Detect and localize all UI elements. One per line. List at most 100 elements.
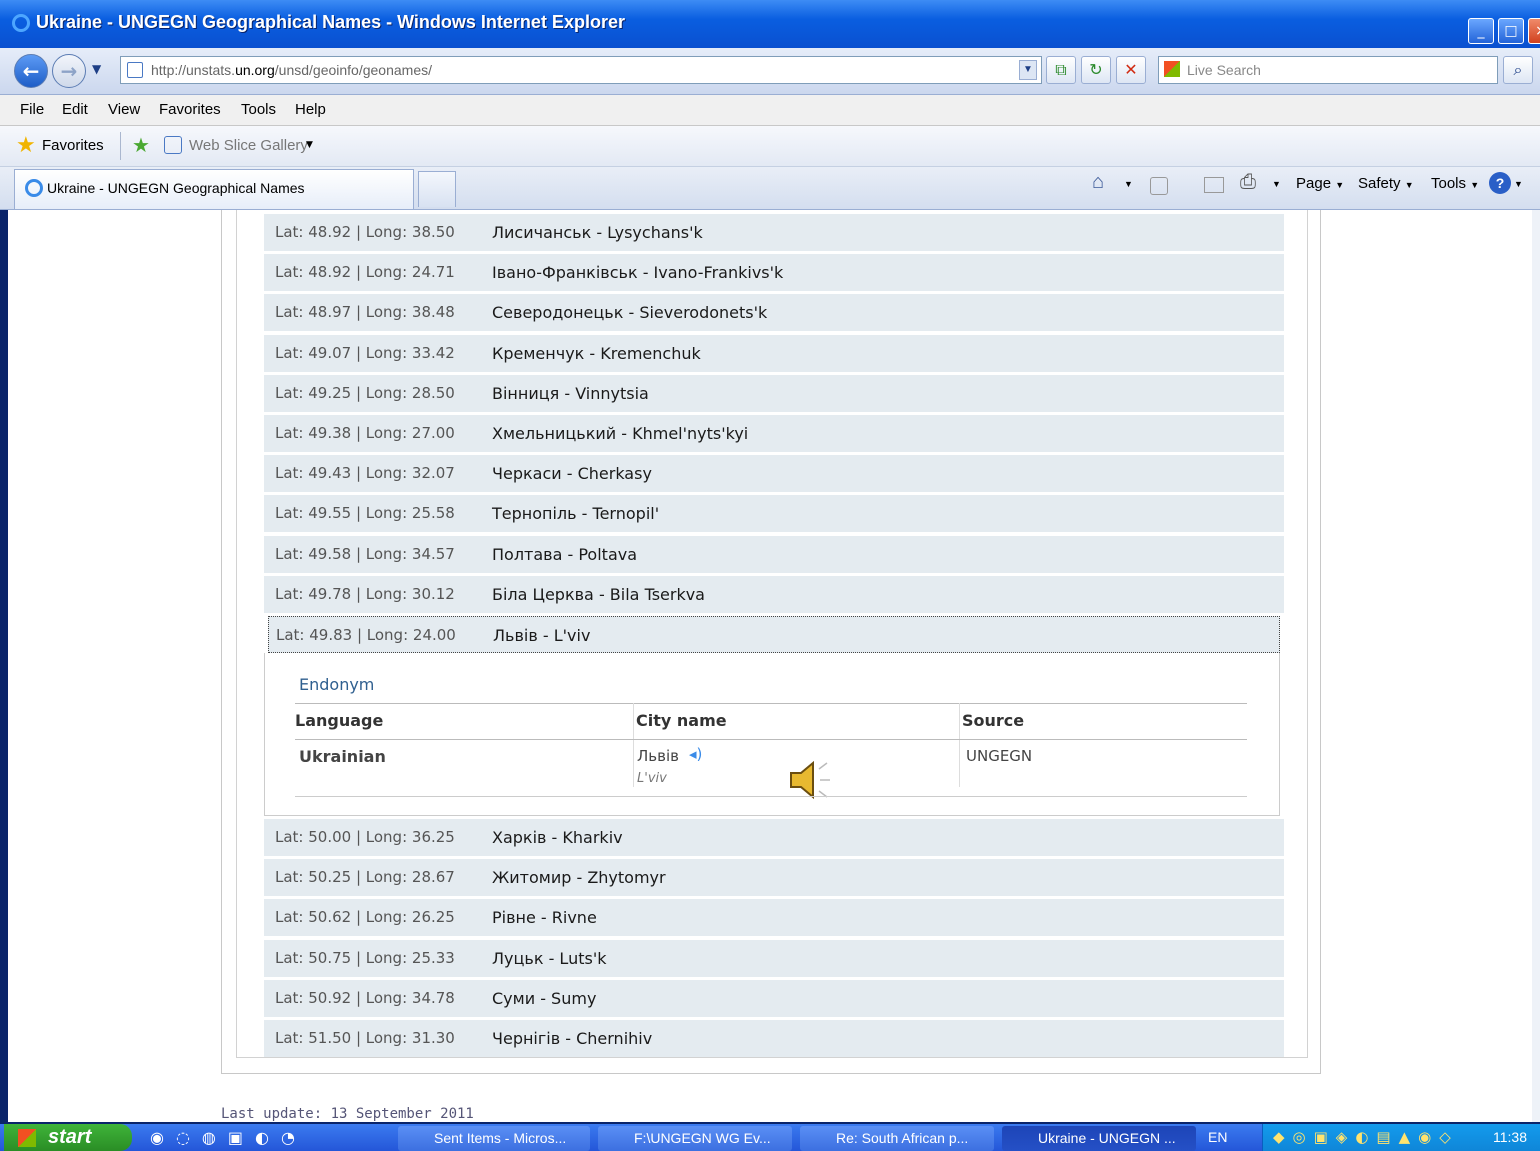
menu-edit[interactable]: Edit (62, 101, 88, 118)
source-value: UNGEGN (966, 747, 1033, 765)
maximize-button[interactable]: □ (1498, 18, 1524, 44)
address-bar[interactable]: http://unstats.un.org/unsd/geoinfo/geona… (120, 56, 1042, 84)
city-coordinates: Lat: 49.83 | Long: 24.00 (276, 626, 456, 644)
city-row[interactable]: Lat: 49.43 | Long: 32.07 Черкаси - Cherka… (264, 455, 1284, 493)
safety-menu-label: Safety (1358, 175, 1401, 192)
task-label: F:\UNGEGN WG Ev... (634, 1130, 771, 1146)
city-row-selected[interactable]: Lat: 49.83 | Long: 24.00 Львів - L'viv (268, 616, 1280, 653)
home-dropdown-icon[interactable]: ▼ (1124, 179, 1133, 189)
city-row[interactable]: Lat: 49.78 | Long: 30.12 Біла Церква - Bi… (264, 575, 1284, 613)
tools-menu-label: Tools (1431, 175, 1467, 192)
language-value: Ukrainian (299, 747, 386, 766)
task-ie-ukraine[interactable]: Ukraine - UNGEGN ... (1002, 1126, 1196, 1151)
favorites-star-icon[interactable]: ★ (16, 133, 36, 158)
city-row[interactable]: Lat: 48.92 | Long: 38.50 Лисичанськ - Lys… (264, 214, 1284, 251)
forward-button[interactable]: → (52, 54, 86, 88)
minimize-button[interactable]: _ (1468, 18, 1494, 44)
compatibility-view-button[interactable]: ⧉ (1046, 56, 1076, 84)
search-input[interactable]: Live Search (1158, 56, 1498, 84)
task-sent-items[interactable]: Sent Items - Micros... (398, 1126, 590, 1151)
city-name: Львів - L'viv (493, 626, 591, 645)
quick-launch-icons[interactable]: ◉◌◍▣◐◔ (150, 1128, 307, 1147)
header-city-name: City name (636, 711, 727, 730)
menu-bar: File Edit View Favorites Tools Help (0, 95, 1540, 126)
start-button[interactable]: start (4, 1124, 132, 1151)
city-row[interactable]: Lat: 48.92 | Long: 24.71 Івано-Франківськ… (264, 254, 1284, 292)
close-button[interactable]: × (1528, 18, 1540, 44)
chevron-down-icon: ▼ (1470, 180, 1480, 190)
task-email[interactable]: Re: South African p... (800, 1126, 994, 1151)
taskbar: start ◉◌◍▣◐◔ Sent Items - Micros... F:\U… (0, 1124, 1540, 1151)
menu-view[interactable]: View (108, 101, 140, 118)
city-row[interactable]: Lat: 49.07 | Long: 33.42 Кременчук - Krem… (264, 334, 1284, 372)
windows-logo-icon (18, 1129, 36, 1147)
city-row[interactable]: Lat: 50.25 | Long: 28.67 Житомир - Zhytom… (264, 859, 1284, 897)
address-dropdown-icon[interactable]: ▼ (1019, 60, 1037, 80)
feeds-icon[interactable] (1150, 177, 1168, 195)
city-coordinates: Lat: 48.97 | Long: 38.48 (275, 303, 455, 322)
vertical-scrollbar[interactable] (1532, 210, 1540, 1122)
back-button[interactable]: ← (14, 54, 48, 88)
tab-ie-icon (25, 179, 43, 197)
endonym-panel: Endonym Language City name Source Ukrain… (264, 653, 1280, 816)
city-coordinates: Lat: 49.43 | Long: 32.07 (275, 464, 455, 483)
city-name: Лисичанськ - Lysychans'k (492, 223, 703, 242)
tab-ukraine-geonames[interactable]: Ukraine - UNGEGN Geographical Names (14, 169, 414, 209)
city-name: Суми - Sumy (492, 988, 597, 1008)
print-icon[interactable]: ⎙ (1240, 171, 1256, 194)
city-coordinates: Lat: 50.00 | Long: 36.25 (275, 828, 455, 846)
city-row[interactable]: Lat: 49.25 | Long: 28.50 Вінниця - Vinnyt… (264, 374, 1284, 412)
tab-bar: Ukraine - UNGEGN Geographical Names ⌂ ▼ … (0, 167, 1540, 210)
tools-menu[interactable]: Tools ▼ (1431, 175, 1479, 192)
city-row[interactable]: Lat: 51.50 | Long: 31.30 Чернігів - Chern… (264, 1020, 1284, 1057)
city-row[interactable]: Lat: 48.97 | Long: 38.48 Северодонецьк - … (264, 294, 1284, 332)
menu-tools[interactable]: Tools (241, 101, 276, 118)
url-path: /unsd/geoinfo/geonames/ (274, 62, 432, 78)
city-coordinates: Lat: 50.62 | Long: 26.25 (275, 908, 455, 927)
menu-favorites[interactable]: Favorites (159, 101, 221, 118)
ie-logo-icon (12, 14, 30, 32)
mail-icon[interactable] (1204, 177, 1224, 193)
favorites-button[interactable]: Favorites (42, 137, 104, 154)
url-domain: un.org (235, 62, 275, 78)
refresh-button[interactable]: ↻ (1081, 56, 1111, 84)
city-coordinates: Lat: 49.58 | Long: 34.57 (275, 544, 455, 563)
new-tab-button[interactable] (418, 171, 456, 207)
tray-icons[interactable]: ◆◎▣◈◐▤▲◉◇ (1273, 1128, 1459, 1146)
task-label: Sent Items - Micros... (434, 1130, 567, 1146)
city-row[interactable]: Lat: 49.55 | Long: 25.58 Тернопіль - Tern… (264, 495, 1284, 533)
city-name-value: Львів (637, 747, 679, 765)
web-slice-dropdown-icon[interactable]: ▼ (306, 140, 313, 150)
city-row[interactable]: Lat: 50.00 | Long: 36.25 Харків - Kharkiv (264, 819, 1284, 856)
language-indicator[interactable]: EN (1208, 1129, 1227, 1145)
menu-help[interactable]: Help (295, 101, 326, 118)
city-row[interactable]: Lat: 49.38 | Long: 27.00 Хмельницький - K… (264, 415, 1284, 452)
add-favorite-icon[interactable]: ★ (132, 133, 150, 157)
stop-button[interactable]: ✕ (1116, 56, 1146, 84)
search-go-button[interactable]: ⌕ (1503, 56, 1533, 84)
city-row[interactable]: Lat: 50.75 | Long: 25.33 Луцьк - Luts'k (264, 939, 1284, 977)
help-icon[interactable]: ? (1489, 172, 1511, 194)
web-slice-icon (164, 136, 182, 154)
city-row[interactable]: Lat: 49.58 | Long: 34.57 Полтава - Poltav… (264, 535, 1284, 573)
city-coordinates: Lat: 49.07 | Long: 33.42 (275, 343, 455, 362)
live-search-icon (1164, 61, 1180, 77)
audio-pronunciation-icon[interactable]: ◂) (689, 745, 702, 763)
column-divider (959, 703, 960, 787)
help-dropdown-icon[interactable]: ▼ (1514, 179, 1523, 189)
city-row[interactable]: Lat: 50.92 | Long: 34.78 Суми - Sumy (264, 979, 1284, 1017)
print-dropdown-icon[interactable]: ▼ (1272, 179, 1281, 189)
menu-file[interactable]: File (20, 101, 44, 118)
home-icon[interactable]: ⌂ (1092, 171, 1104, 194)
title-bar[interactable]: Ukraine - UNGEGN Geographical Names - Wi… (0, 0, 1540, 48)
favorites-bar: ★ Favorites ★ Web Slice Gallery ▼ (0, 126, 1540, 167)
history-dropdown-icon[interactable]: ▼ (92, 62, 101, 76)
safety-menu[interactable]: Safety ▼ (1358, 175, 1414, 192)
city-name: Луцьк - Luts'k (492, 948, 607, 968)
task-folder[interactable]: F:\UNGEGN WG Ev... (598, 1126, 792, 1151)
web-slice-gallery-link[interactable]: Web Slice Gallery (189, 137, 308, 154)
tab-title: Ukraine - UNGEGN Geographical Names (47, 180, 305, 196)
city-row[interactable]: Lat: 50.62 | Long: 26.25 Рівне - Rivne (264, 899, 1284, 937)
url-prefix: http://unstats. (151, 62, 236, 78)
page-menu[interactable]: Page ▼ (1296, 175, 1344, 192)
